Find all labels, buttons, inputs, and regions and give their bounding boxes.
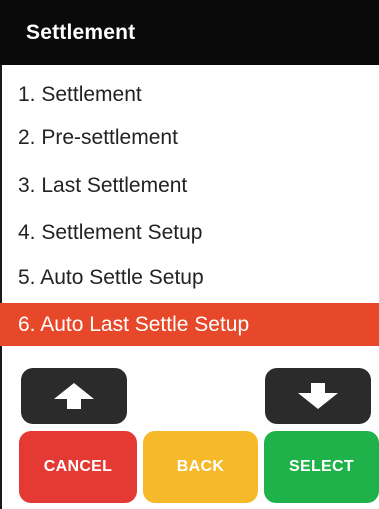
menu-item-auto-settle-setup[interactable]: 5. Auto Settle Setup bbox=[0, 256, 379, 299]
menu-item-settlement-setup[interactable]: 4. Settlement Setup bbox=[0, 211, 379, 254]
page-title: Settlement bbox=[0, 0, 379, 65]
down-arrow-icon bbox=[298, 383, 338, 409]
select-button[interactable]: SELECT bbox=[264, 431, 379, 503]
menu-item-settlement[interactable]: 1. Settlement bbox=[0, 73, 379, 116]
scroll-up-button[interactable] bbox=[21, 368, 127, 424]
back-button[interactable]: BACK bbox=[143, 431, 258, 503]
scroll-down-button[interactable] bbox=[265, 368, 371, 424]
cancel-button[interactable]: CANCEL bbox=[19, 431, 137, 503]
menu-item-pre-settlement[interactable]: 2. Pre-settlement bbox=[0, 116, 379, 159]
menu-item-auto-last-settle-setup[interactable]: 6. Auto Last Settle Setup bbox=[0, 303, 379, 346]
menu-item-last-settlement[interactable]: 3. Last Settlement bbox=[0, 164, 379, 207]
settlement-screen: Settlement 1. Settlement 2. Pre-settleme… bbox=[0, 0, 379, 509]
up-arrow-icon bbox=[54, 383, 94, 409]
